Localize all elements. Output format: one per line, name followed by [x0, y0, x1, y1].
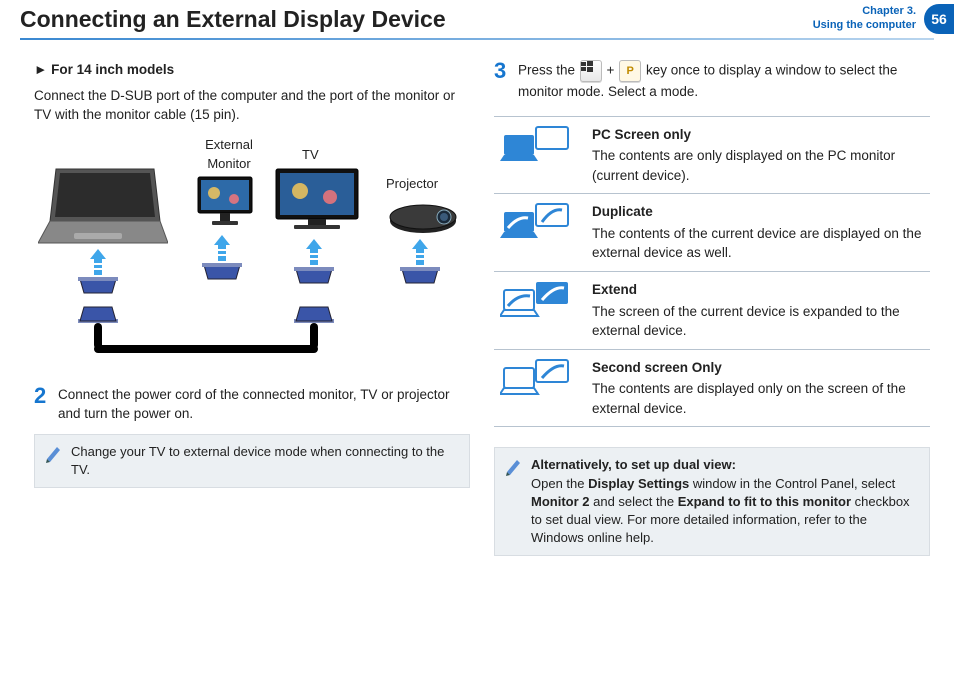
arrow-up-icon	[90, 249, 106, 275]
arrow-up-icon	[412, 239, 428, 265]
note-tv-mode: Change your TV to external device mode w…	[34, 434, 470, 488]
vga-connector-icon	[294, 267, 334, 285]
plus-sign: +	[607, 63, 615, 78]
model-subhead: ► For 14 inch models	[34, 60, 470, 80]
cable-segment	[94, 345, 318, 353]
note-icon	[505, 458, 523, 547]
label-tv: TV	[302, 146, 319, 165]
table-row: Second screen Only The contents are disp…	[494, 349, 930, 427]
table-row: PC Screen only The contents are only dis…	[494, 116, 930, 194]
mode-icon-cell	[494, 194, 586, 272]
mode-desc-cell: Extend The screen of the current device …	[586, 271, 930, 349]
label-projector: Projector	[386, 175, 438, 194]
table-row: Duplicate The contents of the current de…	[494, 194, 930, 272]
mode-desc-cell: PC Screen only The contents are only dis…	[586, 116, 930, 194]
page-number: 56	[924, 4, 954, 34]
tv-icon	[274, 167, 360, 233]
alt-b1: Display Settings	[588, 476, 689, 491]
page-title: Connecting an External Display Device	[20, 6, 446, 33]
projector-icon	[388, 199, 458, 235]
step-number-2: 2	[34, 385, 50, 424]
pc-only-icon	[500, 125, 572, 171]
model-subhead-text: For 14 inch models	[51, 62, 174, 77]
alt-b3: Expand to fit to this monitor	[678, 494, 851, 509]
step-2-text: Connect the power cord of the connected …	[58, 385, 470, 424]
vga-connector-icon	[78, 305, 118, 323]
windows-key-icon	[580, 60, 602, 82]
alt-b: window in the Control Panel, select	[693, 476, 895, 491]
triangle-marker: ►	[34, 62, 47, 77]
external-monitor-icon	[196, 175, 254, 231]
step-number-3: 3	[494, 60, 510, 102]
step3-part-a: Press the	[518, 63, 579, 78]
note-dual-view: Alternatively, to set up dual view: Open…	[494, 447, 930, 556]
vga-connector-icon	[400, 267, 440, 285]
alt-title: Alternatively, to set up dual view:	[531, 457, 736, 472]
note-dual-view-text: Alternatively, to set up dual view: Open…	[531, 456, 919, 547]
step-3-text: Press the + P key once to display a wind…	[518, 60, 930, 102]
alt-b2: Monitor 2	[531, 494, 590, 509]
step-2: 2 Connect the power cord of the connecte…	[34, 385, 470, 424]
table-row: Extend The screen of the current device …	[494, 271, 930, 349]
duplicate-icon	[500, 202, 572, 248]
second-screen-icon	[500, 358, 572, 404]
mode-icon-cell	[494, 349, 586, 427]
right-column: 3 Press the + P key once to display a wi…	[494, 60, 930, 556]
note-icon	[45, 445, 63, 479]
arrow-up-icon	[306, 239, 322, 265]
connection-diagram: External Monitor TV Projector	[34, 131, 470, 371]
extend-icon	[500, 280, 572, 326]
cable-segment	[310, 323, 318, 349]
vga-connector-icon	[78, 277, 118, 295]
note-text: Change your TV to external device mode w…	[71, 443, 459, 479]
mode-name: Second screen Only	[592, 358, 924, 378]
mode-name: Duplicate	[592, 202, 924, 222]
step-3: 3 Press the + P key once to display a wi…	[494, 60, 930, 102]
arrow-up-icon	[214, 235, 230, 261]
p-key-icon: P	[619, 60, 641, 82]
intro-text: Connect the D-SUB port of the computer a…	[34, 86, 470, 125]
alt-a: Open the	[531, 476, 588, 491]
chapter-line2: Using the computer	[813, 19, 916, 33]
mode-desc: The contents are displayed only on the s…	[592, 381, 906, 416]
chapter-text: Chapter 3. Using the computer	[813, 5, 916, 33]
monitor-mode-table: PC Screen only The contents are only dis…	[494, 116, 930, 428]
mode-desc: The screen of the current device is expa…	[592, 304, 900, 339]
label-external-monitor: External Monitor	[194, 136, 264, 174]
mode-icon-cell	[494, 271, 586, 349]
mode-desc: The contents are only displayed on the P…	[592, 148, 895, 183]
chapter-block: Chapter 3. Using the computer 56	[813, 4, 954, 34]
left-column: ► For 14 inch models Connect the D-SUB p…	[34, 60, 470, 556]
alt-c: and select the	[593, 494, 678, 509]
laptop-icon	[38, 165, 168, 247]
page-header: Connecting an External Display Device Ch…	[0, 0, 954, 34]
mode-desc: The contents of the current device are d…	[592, 226, 921, 261]
vga-connector-icon	[294, 305, 334, 323]
mode-name: PC Screen only	[592, 125, 924, 145]
mode-desc-cell: Duplicate The contents of the current de…	[586, 194, 930, 272]
vga-connector-icon	[202, 263, 242, 281]
mode-desc-cell: Second screen Only The contents are disp…	[586, 349, 930, 427]
chapter-line1: Chapter 3.	[813, 5, 916, 19]
mode-icon-cell	[494, 116, 586, 194]
mode-name: Extend	[592, 280, 924, 300]
